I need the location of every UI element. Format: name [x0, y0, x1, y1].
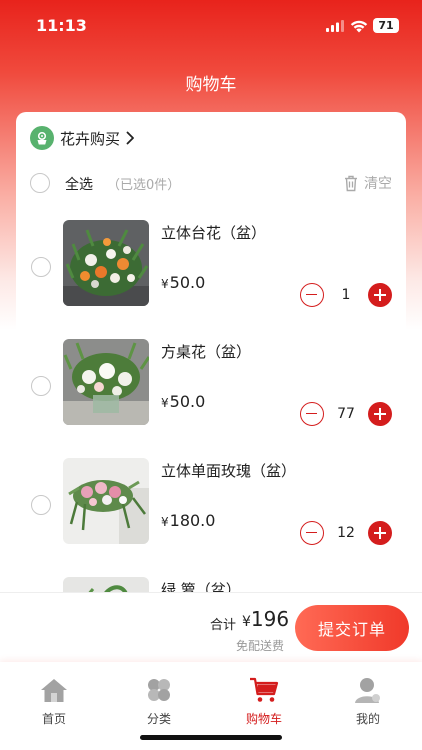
- cart-item: 方桌花（盆） ¥50.0 77: [16, 339, 406, 429]
- cart-card: 花卉购买 全选 （已选0件） 清空 立体台花（盆） ¥50.0 1 方桌花（盆）…: [16, 112, 406, 632]
- product-image[interactable]: [63, 458, 149, 544]
- checkout-bar: 合计 ¥196 免配送费 提交订单: [0, 592, 422, 662]
- shop-name: 花卉购买: [60, 129, 121, 148]
- select-all-bar: 全选 （已选0件） 清空: [30, 172, 392, 194]
- shop-link[interactable]: 花卉购买: [30, 126, 135, 150]
- tab-category[interactable]: 分类: [124, 676, 194, 727]
- clear-label: 清空: [364, 176, 392, 192]
- page-title: 购物车: [185, 75, 237, 95]
- increase-quantity-button[interactable]: [368, 283, 392, 307]
- increase-quantity-button[interactable]: [368, 521, 392, 545]
- tab-cart[interactable]: 购物车: [229, 676, 299, 727]
- item-price: ¥50.0: [161, 392, 206, 411]
- shipping-note: 免配送费: [236, 639, 285, 653]
- select-all-checkbox[interactable]: [30, 173, 50, 193]
- quantity-stepper: 12: [300, 521, 392, 545]
- cart-icon: [250, 677, 279, 702]
- select-all-label[interactable]: 全选: [65, 174, 93, 194]
- selected-count: （已选0件）: [107, 178, 181, 193]
- product-image[interactable]: [63, 339, 149, 425]
- item-price: ¥180.0: [161, 511, 216, 530]
- total-amount: ¥196: [242, 607, 290, 631]
- chevron-right-icon: [126, 131, 134, 145]
- item-checkbox[interactable]: [31, 495, 51, 515]
- tab-home[interactable]: 首页: [19, 676, 89, 727]
- increase-quantity-button[interactable]: [368, 402, 392, 426]
- cellular-signal-icon: [326, 20, 344, 32]
- decrease-quantity-button[interactable]: [300, 521, 324, 545]
- item-checkbox[interactable]: [31, 376, 51, 396]
- quantity-value: 77: [337, 406, 355, 422]
- tab-profile[interactable]: 我的: [333, 676, 403, 727]
- decrease-quantity-button[interactable]: [300, 283, 324, 307]
- cart-item: 立体单面玫瑰（盆） ¥180.0 12: [16, 458, 406, 548]
- trash-icon: [345, 175, 357, 191]
- status-time: 11:13: [36, 16, 87, 35]
- quantity-value: 1: [341, 287, 351, 303]
- home-icon: [41, 679, 67, 702]
- status-bar: 11:13 71: [0, 0, 422, 50]
- home-indicator: [140, 735, 282, 740]
- cart-item: 立体台花（盆） ¥50.0 1: [16, 220, 406, 310]
- quantity-stepper: 1: [300, 283, 392, 307]
- quantity-stepper: 77: [300, 402, 392, 426]
- total-label: 合计: [210, 618, 237, 633]
- item-name: 立体台花（盆）: [161, 224, 267, 242]
- category-icon: [148, 679, 170, 701]
- item-price: ¥50.0: [161, 273, 206, 292]
- profile-icon: [355, 678, 380, 703]
- battery-indicator: 71: [373, 18, 399, 33]
- submit-order-button[interactable]: 提交订单: [295, 605, 409, 651]
- decrease-quantity-button[interactable]: [300, 402, 324, 426]
- product-image[interactable]: [63, 220, 149, 306]
- flower-pot-icon: [30, 126, 54, 150]
- item-name: 立体单面玫瑰（盆）: [161, 462, 297, 480]
- item-name: 方桌花（盆）: [161, 343, 252, 361]
- clear-cart-button[interactable]: 清空: [344, 173, 392, 193]
- quantity-value: 12: [337, 525, 355, 541]
- item-checkbox[interactable]: [31, 257, 51, 277]
- wifi-icon: [350, 20, 368, 33]
